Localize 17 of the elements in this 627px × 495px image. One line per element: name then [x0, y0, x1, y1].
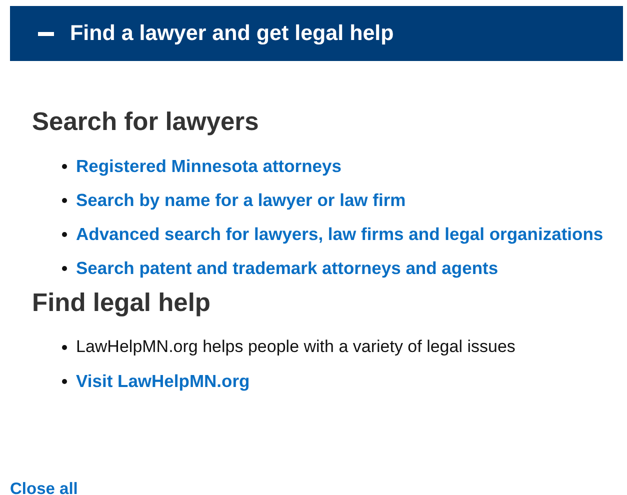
close-all-link[interactable]: Close all [10, 477, 78, 495]
link[interactable]: Registered Minnesota attorneys [76, 153, 342, 180]
link[interactable]: Visit LawHelpMN.org [76, 368, 250, 394]
link[interactable]: Search patent and trademark attorneys and agents [76, 255, 498, 282]
link[interactable]: Advanced search for lawyers, law firms and legal organizations [76, 221, 604, 248]
bullet-icon [62, 344, 67, 350]
link[interactable]: Search by name for a lawyer or law firm [76, 187, 406, 214]
minus-icon [38, 32, 54, 36]
description-text: LawHelpMN.org helps people with a variety of legal issues [76, 336, 516, 358]
section-heading: Find legal help [32, 288, 212, 318]
bullet-icon [62, 378, 67, 384]
bullet-icon [62, 266, 67, 272]
bullet-icon [62, 232, 67, 238]
bullet-icon [62, 198, 67, 204]
bullet-icon [62, 164, 67, 170]
accordion-header[interactable]: Find a lawyer and get legal help [10, 6, 623, 61]
section-heading: Search for lawyers [32, 107, 260, 138]
